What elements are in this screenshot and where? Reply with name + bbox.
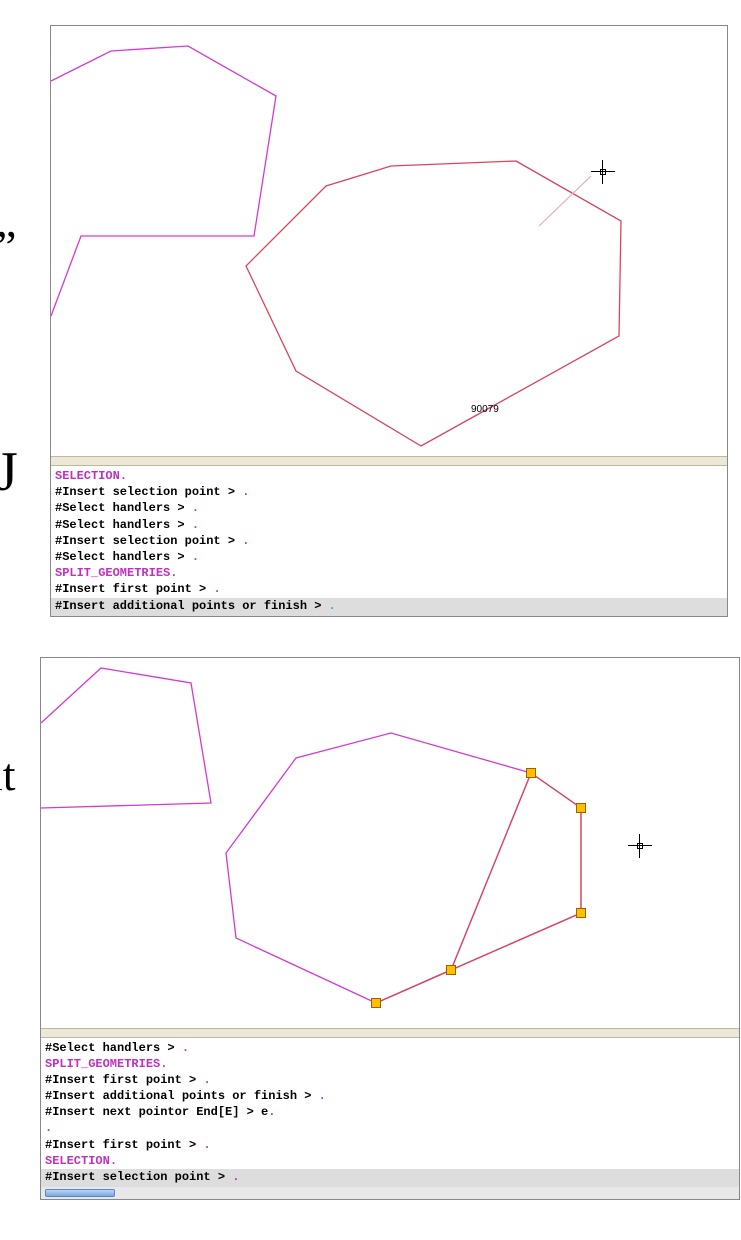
command-input[interactable]: #Insert selection point > . <box>41 1169 739 1187</box>
vertex-handle[interactable] <box>526 768 536 778</box>
split-line <box>539 176 591 226</box>
polygon-main-magenta[interactable] <box>226 733 531 1003</box>
polygon-main[interactable] <box>246 161 621 446</box>
cad-panel-top: 90079 SELECTION. #Insert selection point… <box>50 25 728 617</box>
cad-panel-bottom: #Select handlers > . SPLIT_GEOMETRIES. #… <box>40 657 740 1201</box>
polygon-upper-left[interactable] <box>51 46 276 316</box>
vertex-handle[interactable] <box>576 803 586 813</box>
command-input[interactable]: #Insert additional points or finish > . <box>51 598 727 616</box>
horizontal-scrollbar[interactable] <box>41 1187 739 1199</box>
drawing-canvas[interactable]: 90079 <box>51 26 727 456</box>
panel-divider <box>51 456 727 466</box>
vertex-handle[interactable] <box>446 965 456 975</box>
scrollbar-thumb[interactable] <box>45 1189 115 1197</box>
polygon-split-red[interactable] <box>376 773 581 1003</box>
cropped-char-a: ” <box>0 220 16 273</box>
cropped-char-c: it <box>0 748 16 801</box>
command-log: #Select handlers > . SPLIT_GEOMETRIES. #… <box>41 1038 739 1170</box>
cropped-char-b: J <box>0 440 18 504</box>
vertex-handle[interactable] <box>371 998 381 1008</box>
panel-divider <box>41 1028 739 1038</box>
command-log: SELECTION. #Insert selection point > . #… <box>51 466 727 598</box>
polygon-upper-left[interactable] <box>41 668 211 808</box>
drawing-canvas[interactable] <box>41 658 739 1028</box>
object-id-label: 90079 <box>471 404 499 415</box>
vertex-handle[interactable] <box>576 908 586 918</box>
